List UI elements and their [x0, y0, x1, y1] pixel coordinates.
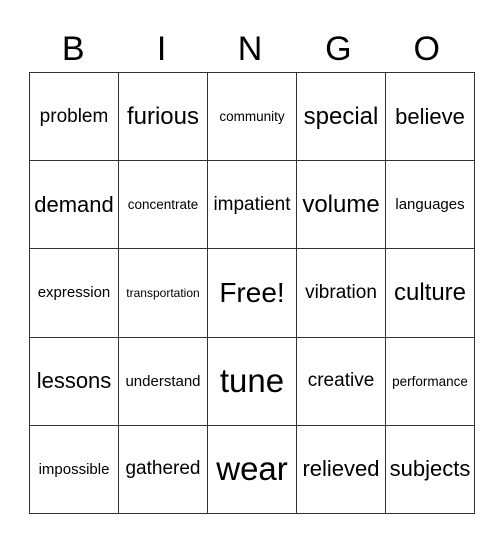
bingo-cell: lessons [29, 336, 119, 426]
bingo-cell: vibration [296, 248, 386, 338]
card-row: expression transportation Free! vibratio… [29, 248, 475, 338]
header-letter-o: O [413, 30, 440, 68]
bingo-cell: expression [29, 248, 119, 338]
bingo-cell: impatient [207, 160, 297, 250]
bingo-cell: culture [385, 248, 475, 338]
bingo-cell: special [296, 71, 386, 162]
bingo-cell: creative [296, 336, 386, 426]
bingo-cell: performance [385, 336, 475, 426]
bingo-cell: relieved [296, 424, 386, 515]
card-row: lessons understand tune creative perform… [29, 336, 475, 426]
bingo-cell: gathered [118, 424, 208, 515]
bingo-cell: volume [296, 160, 386, 250]
bingo-cell: concentrate [118, 160, 208, 250]
header-letter-b: B [61, 30, 85, 68]
bingo-header: B I N G O [29, 26, 471, 72]
bingo-cell: community [207, 71, 297, 162]
bingo-cell: problem [29, 71, 119, 162]
bingo-cell: impossible [29, 424, 119, 515]
bingo-cell: subjects [385, 424, 475, 515]
card-row: impossible gathered wear relieved subjec… [29, 424, 475, 515]
bingo-cell: wear [207, 424, 297, 515]
bingo-cell: understand [118, 336, 208, 426]
header-letter-n: N [237, 30, 263, 68]
bingo-cell: furious [118, 71, 208, 162]
card-row: demand concentrate impatient volume lang… [29, 160, 475, 250]
bingo-card-grid: problem furious community special believ… [29, 71, 475, 515]
card-row: problem furious community special believ… [29, 71, 475, 162]
bingo-cell: transportation [118, 248, 208, 338]
bingo-cell: demand [29, 160, 119, 250]
bingo-cell: languages [385, 160, 475, 250]
header-letter-i: I [156, 30, 167, 68]
header-letter-g: G [325, 30, 352, 68]
bingo-cell: believe [385, 71, 475, 162]
bingo-cell: tune [207, 336, 297, 426]
free-space-cell: Free! [207, 248, 297, 338]
